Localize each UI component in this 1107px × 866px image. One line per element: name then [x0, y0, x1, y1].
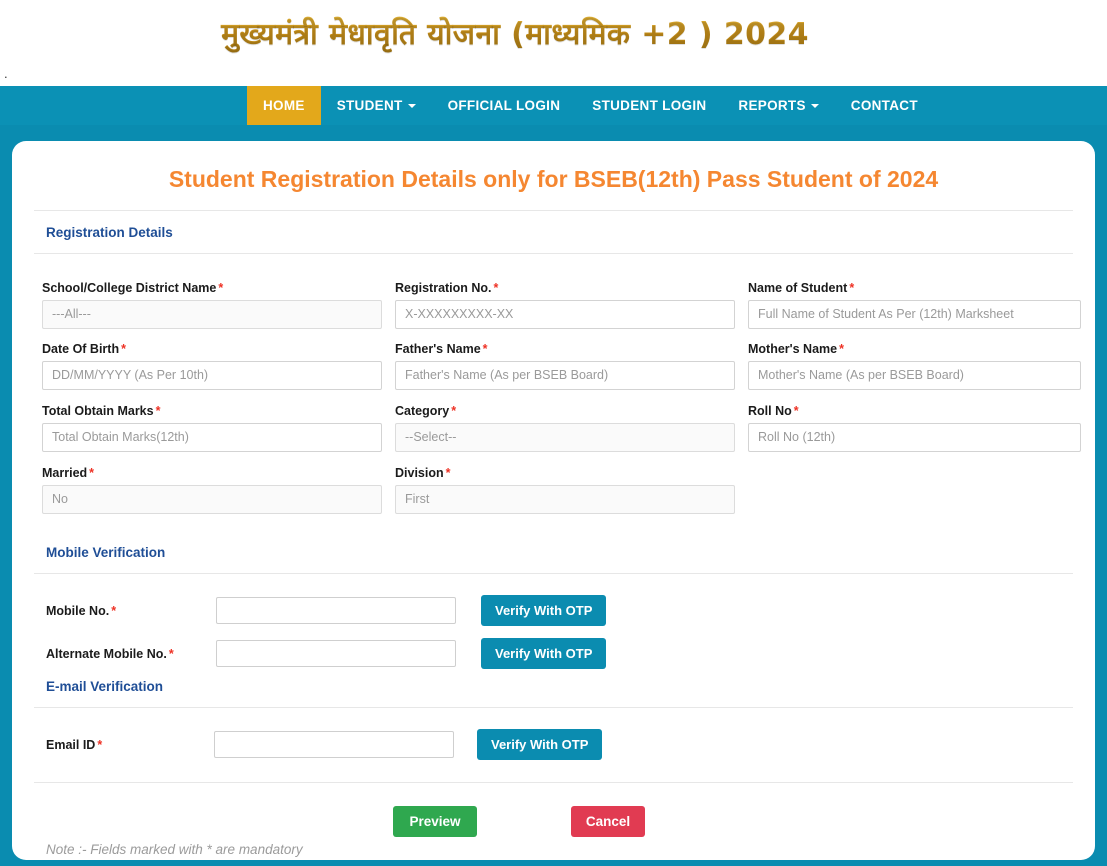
nav-item-official-login[interactable]: OFFICIAL LOGIN — [432, 86, 577, 125]
nav-item-label: STUDENT LOGIN — [592, 98, 707, 113]
category-select[interactable]: --Select-- — [395, 423, 735, 452]
alternate-mobile-no-label: Alternate Mobile No. * — [46, 646, 174, 661]
field-registration-no: Registration No. * X-XXXXXXXXX-XX — [395, 281, 735, 329]
mobile-no-input[interactable] — [216, 597, 456, 624]
nav-item-label: STUDENT — [336, 98, 403, 113]
email-id-label: Email ID * — [46, 737, 103, 752]
field-label: Date Of Birth * — [42, 342, 126, 356]
required-marker: * — [121, 342, 126, 356]
field-student-name: Name of Student * Full Name of Student As… — [748, 281, 1081, 329]
divider — [34, 707, 1073, 708]
page-title: Student Registration Details only for BS… — [168, 166, 939, 192]
main-navbar: HOME STUDENT OFFICIAL LOGIN STUDENT LOGI… — [0, 86, 1107, 125]
site-title: मुख्यमंत्री मेधावृति योजना (माध्यमिक +2 … — [0, 12, 1030, 53]
required-marker: * — [451, 404, 457, 418]
chevron-down-icon — [810, 103, 819, 108]
required-marker: * — [155, 404, 161, 418]
section-heading-email: E-mail Verification — [46, 679, 164, 694]
required-marker: * — [839, 342, 844, 356]
field-married: Married * No — [42, 466, 382, 514]
dob-input[interactable]: DD/MM/YYYY (As Per 10th) — [42, 361, 382, 390]
row-mobile-no: Mobile No. * Verify With OTP — [46, 595, 607, 626]
alternate-mobile-no-input[interactable] — [216, 640, 456, 667]
registration-no-input[interactable]: X-XXXXXXXXX-XX — [395, 300, 735, 329]
mobile-no-label: Mobile No. * — [46, 603, 117, 618]
site-banner: मुख्यमंत्री मेधावृति योजना (माध्यमिक +2 … — [0, 0, 1107, 86]
required-marker: * — [218, 281, 224, 295]
required-marker: * — [97, 737, 103, 752]
field-label: Registration No. * — [395, 281, 499, 295]
field-label: Mother's Name * — [748, 342, 844, 356]
student-name-input[interactable]: Full Name of Student As Per (12th) Marks… — [748, 300, 1081, 329]
field-division: Division * First — [395, 466, 735, 514]
nav-item-label: REPORTS — [738, 98, 806, 113]
field-category: Category * --Select-- — [395, 404, 735, 452]
divider — [34, 210, 1073, 211]
nav-item-contact[interactable]: CONTACT — [835, 86, 934, 125]
divider — [34, 573, 1073, 574]
stray-mark: . — [4, 66, 8, 81]
registration-card: Student Registration Details only for BS… — [12, 141, 1095, 860]
divider — [34, 782, 1073, 783]
mandatory-note: Note :- Fields marked with * are mandato… — [46, 842, 303, 857]
chevron-down-icon — [407, 103, 416, 108]
field-label: Married * — [42, 466, 95, 480]
division-select[interactable]: First — [395, 485, 735, 514]
field-label: Father's Name * — [395, 342, 488, 356]
field-district: School/College District Name * ---All--- — [42, 281, 382, 329]
nav-item-student-login[interactable]: STUDENT LOGIN — [576, 86, 722, 125]
required-marker: * — [89, 466, 95, 480]
row-email-id: Email ID * Verify With OTP — [46, 729, 603, 760]
field-total-marks: Total Obtain Marks * Total Obtain Marks(1… — [42, 404, 382, 452]
required-marker: * — [111, 603, 117, 618]
field-label: Roll No * — [748, 404, 799, 418]
section-heading-mobile: Mobile Verification — [46, 545, 166, 560]
field-label: Name of Student * — [748, 281, 855, 295]
row-alternate-mobile-no: Alternate Mobile No. * Verify With OTP — [46, 638, 607, 669]
father-name-input[interactable]: Father's Name (As per BSEB Board) — [395, 361, 735, 390]
cancel-button[interactable]: Cancel — [571, 806, 645, 837]
nav-item-reports[interactable]: REPORTS — [722, 86, 834, 125]
nav-item-label: CONTACT — [850, 98, 918, 113]
married-select[interactable]: No — [42, 485, 382, 514]
required-marker: * — [168, 646, 174, 661]
field-dob: Date Of Birth * DD/MM/YYYY (As Per 10th) — [42, 342, 382, 390]
nav-item-label: OFFICIAL LOGIN — [447, 98, 561, 113]
preview-button[interactable]: Preview — [393, 806, 477, 837]
total-marks-input[interactable]: Total Obtain Marks(12th) — [42, 423, 382, 452]
divider — [34, 253, 1073, 254]
section-heading-registration: Registration Details — [46, 225, 173, 240]
verify-alternate-mobile-otp-button[interactable]: Verify With OTP — [481, 638, 607, 669]
required-marker: * — [445, 466, 451, 480]
field-label: Division * — [395, 466, 451, 480]
field-roll-no: Roll No * Roll No (12th) — [748, 404, 1081, 452]
field-label: Total Obtain Marks * — [42, 404, 161, 418]
field-mother-name: Mother's Name * Mother's Name (As per BSE… — [748, 342, 1081, 390]
nav-item-student[interactable]: STUDENT — [321, 86, 432, 125]
field-father-name: Father's Name * Father's Name (As per BSE… — [395, 342, 735, 390]
nav-items: HOME STUDENT OFFICIAL LOGIN STUDENT LOGI… — [247, 86, 934, 125]
verify-email-otp-button[interactable]: Verify With OTP — [477, 729, 603, 760]
field-label: School/College District Name * — [42, 281, 224, 295]
roll-no-input[interactable]: Roll No (12th) — [748, 423, 1081, 452]
required-marker: * — [849, 281, 855, 295]
district-select[interactable]: ---All--- — [42, 300, 382, 329]
verify-mobile-otp-button[interactable]: Verify With OTP — [481, 595, 607, 626]
required-marker: * — [493, 281, 499, 295]
field-label: Category * — [395, 404, 457, 418]
nav-item-home[interactable]: HOME — [247, 86, 321, 125]
mother-name-input[interactable]: Mother's Name (As per BSEB Board) — [748, 361, 1081, 390]
required-marker: * — [482, 342, 488, 356]
nav-item-label: HOME — [263, 98, 305, 113]
required-marker: * — [793, 404, 799, 418]
email-id-input[interactable] — [214, 731, 454, 758]
